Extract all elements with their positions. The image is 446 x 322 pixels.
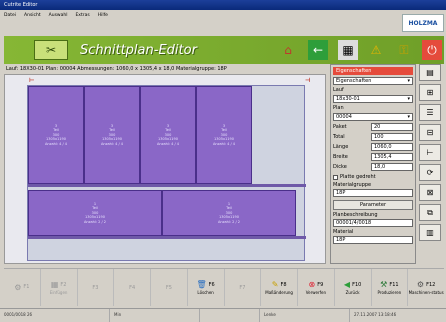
chevron-down-icon: ▾ [407, 114, 410, 120]
cancel-icon: ⊗ [308, 280, 316, 289]
f10-back-button[interactable]: ◀ F10 Zurück [335, 269, 372, 306]
f5-button[interactable]: F5 [151, 269, 188, 306]
laenge-label: Länge [333, 144, 349, 150]
saw-cut-icon[interactable]: ⊞ [419, 84, 441, 101]
warning-icon[interactable]: ⚠ [366, 40, 386, 60]
menu-item-hilfe[interactable]: Hilfe [98, 13, 108, 18]
part-3[interactable]: 3 Teil 300 1305x1190 Anzahl: 4 / 4 [140, 86, 196, 184]
part-1[interactable]: 3 Teil 300 1305x1190 Anzahl: 4 / 4 [28, 86, 84, 184]
status-user: Lenke [260, 309, 350, 322]
panel-header: Eigenschaften [333, 67, 413, 75]
rotate-part-icon[interactable]: ⟳ [419, 164, 441, 181]
editor-banner: ✂ Schnittplan-Editor ⌂ ← ▦ ⚠ ⚿ ⏻ [4, 36, 444, 64]
lauf-label: Lauf [333, 87, 344, 93]
f4-button[interactable]: F4 [114, 269, 151, 306]
tool-sidebar: ▤ ⊞ ☰ ⊟ ⊢ ⟳ ⊠ ⧉ ▥ [419, 64, 443, 264]
matgroup-label: Materialgruppe [333, 182, 372, 188]
menu-bar: Datei Ansicht Auswahl Extras Hilfe [0, 10, 446, 21]
laenge-field[interactable]: 1060,0 [371, 143, 413, 151]
status-run: 0001/0018 26 [0, 309, 110, 322]
plan-select[interactable]: 00004 ▾ [333, 113, 413, 121]
dicke-field[interactable]: 18,0 [371, 163, 413, 171]
f8-measure-button[interactable]: ✎ F8 Maßänderung [261, 269, 298, 306]
stack-icon[interactable]: ▥ [419, 224, 441, 241]
f11-produce-button[interactable]: ⚒ F11 Produzieren [372, 269, 409, 306]
menu-item-datei[interactable]: Datei [4, 13, 16, 18]
plan-info: Lauf: 18X30-01 Plan: 00004 Abmessungen: … [6, 66, 227, 72]
properties-panel: Eigenschaften Eigenschaften ▾ Lauf 18x30-… [330, 64, 416, 264]
measure-icon: ✎ [271, 280, 279, 289]
board: 3 Teil 300 1305x1190 Anzahl: 4 / 4 3 Teil 300 1… [27, 85, 306, 261]
f1-button[interactable]: ⚙ F1 [4, 269, 41, 306]
produce-icon: ⚒ [380, 280, 388, 289]
status-datetime: 27.11.2007 13:18:46 [354, 312, 397, 317]
part-6[interactable]: 1 Teil 300 1305x1190 Anzahl: 2 / 2 [162, 190, 296, 236]
part-5[interactable]: 1 Teil 300 1305x1190 Anzahl: 2 / 2 [28, 190, 162, 236]
lauf-select[interactable]: 18x30-01 ▾ [333, 95, 413, 103]
table-icon: ▦ [50, 280, 59, 289]
title-bar: Cutrite Editor [0, 0, 446, 10]
end-marker-icon: ⊣ [305, 77, 311, 84]
total-label: Total [333, 134, 345, 140]
f3-button[interactable]: F3 [78, 269, 115, 306]
f12-machine-status-button[interactable]: ⚙ F12 Maschinen-status [408, 269, 444, 306]
function-key-bar: ⚙ F1 ▦ F2 Einfügen F3 F4 F5 🗑 F6 Löschen F7 ✎… [4, 268, 444, 306]
cut-horizontal-icon[interactable]: ⊟ [419, 124, 441, 141]
plan-desc-field[interactable]: 00001/4/0018 [333, 219, 413, 227]
plan-desc-label: Planbeschreibung [333, 212, 378, 218]
saw-icon: ✂ [34, 40, 68, 60]
chevron-down-icon: ▾ [407, 96, 410, 102]
menu-item-auswahl[interactable]: Auswahl [49, 13, 68, 18]
status-bar: 0001/0018 26 Min Lenke 27.11.2007 13:18:… [0, 308, 446, 322]
grid-icon[interactable]: ▦ [338, 40, 358, 60]
page-title: Schnittplan-Editor [80, 42, 197, 58]
trim-strip [28, 236, 306, 239]
measure-part-icon[interactable]: ⊠ [419, 184, 441, 201]
menu-item-ansicht[interactable]: Ansicht [24, 13, 41, 18]
cut-vertical-icon[interactable]: ⊢ [419, 144, 441, 161]
key-icon[interactable]: ⚿ [394, 40, 414, 60]
puzzle-icon: ⚙ [14, 282, 22, 292]
part-4[interactable]: 3 Teil 300 1305x1190 Anzahl: 4 / 4 [196, 86, 252, 184]
f9-discard-button[interactable]: ⊗ F9 Verwerfen [298, 269, 335, 306]
view-select[interactable]: Eigenschaften ▾ [333, 77, 413, 85]
back-icon[interactable]: ← [308, 40, 328, 60]
holzma-logo: HOLZMA [402, 14, 444, 32]
power-icon[interactable]: ⏻ [422, 40, 442, 60]
status-empty [200, 309, 260, 322]
pages-icon[interactable]: ▤ [419, 64, 441, 81]
plan-label: Plan [333, 105, 344, 111]
home-icon[interactable]: ⌂ [278, 40, 298, 60]
trash-icon: 🗑 [196, 280, 207, 289]
breite-field[interactable]: 1305,4 [371, 153, 413, 161]
f2-button[interactable]: ▦ F2 Einfügen [41, 269, 78, 306]
split-part-icon[interactable]: ⧉ [419, 204, 441, 221]
trim-strip [28, 184, 306, 187]
matgroup-field[interactable]: 18P [333, 189, 413, 197]
paket-field[interactable]: 20 [371, 123, 413, 131]
back-icon: ◀ [343, 280, 351, 289]
rotated-checkbox[interactable]: Platte gedreht [333, 174, 413, 180]
material-label: Material [333, 229, 354, 235]
chevron-down-icon: ▾ [407, 78, 410, 84]
menu-item-extras[interactable]: Extras [75, 13, 89, 18]
status-unit: Min [110, 309, 200, 322]
window-title: Cutrite Editor [4, 2, 38, 8]
material-field[interactable]: 18P [333, 236, 413, 244]
cut-line-icon[interactable]: ☰ [419, 104, 441, 121]
f6-delete-button[interactable]: 🗑 F6 Löschen [188, 269, 225, 306]
start-marker-icon: ⊢ [29, 77, 35, 84]
machine-icon: ⚙ [416, 280, 425, 289]
part-2[interactable]: 3 Teil 300 1305x1190 Anzahl: 4 / 4 [84, 86, 140, 184]
paket-label: Paket [333, 124, 347, 130]
breite-label: Breite [333, 154, 348, 160]
total-field[interactable]: 100 [371, 133, 413, 141]
parameter-button[interactable]: Parameter [333, 200, 413, 210]
f7-button[interactable]: F7 [225, 269, 262, 306]
cutting-plan-canvas[interactable]: ⊢ ⊣ 3 Teil 300 1305x1190 Anzahl: 4 / 4 3 Teil… [4, 74, 326, 264]
dicke-label: Dicke [333, 164, 347, 170]
